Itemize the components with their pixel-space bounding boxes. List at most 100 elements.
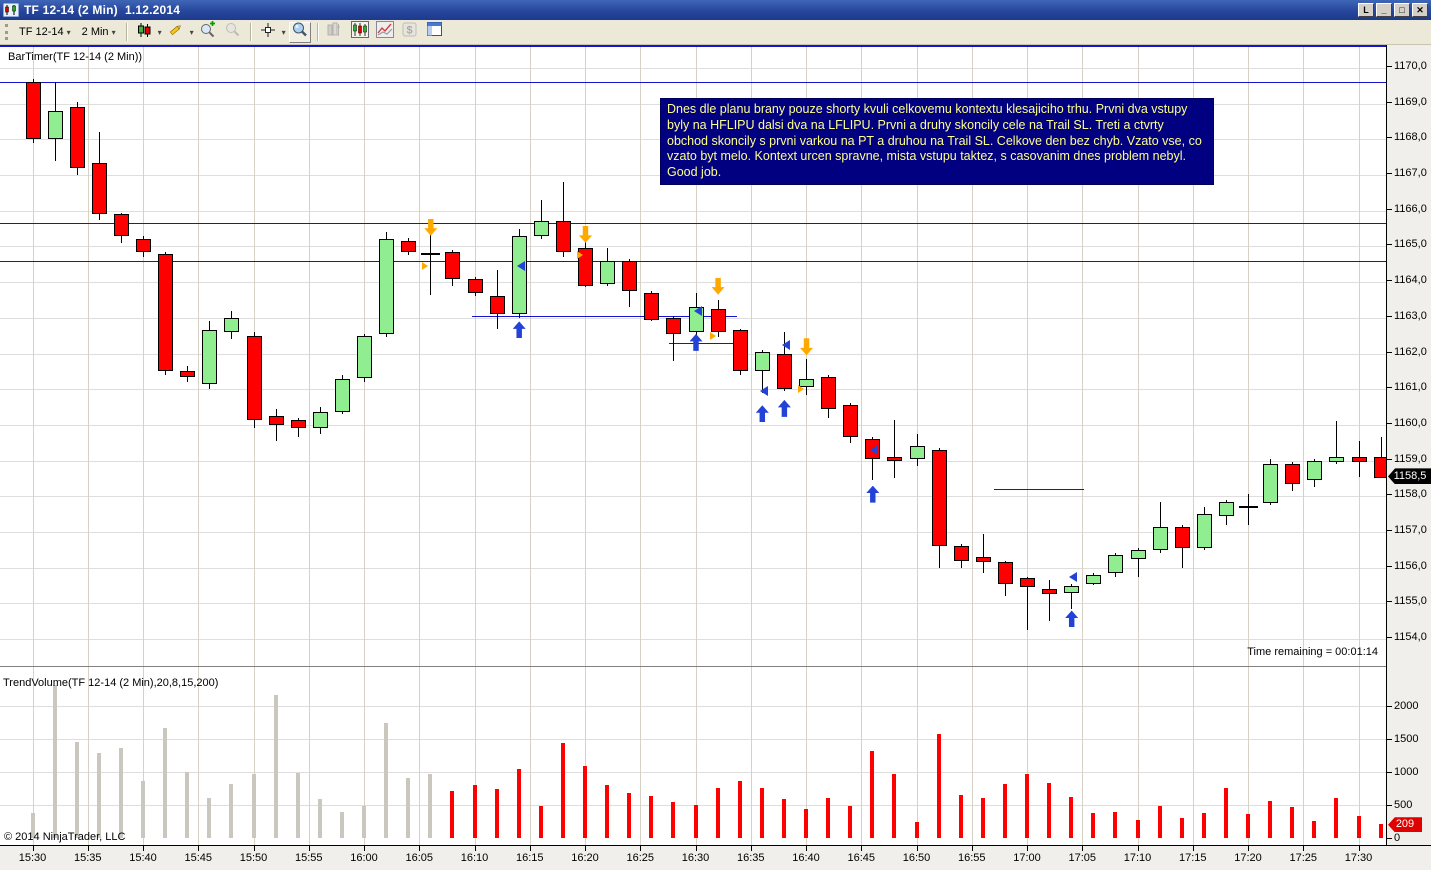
- bullish-candle: [47, 110, 63, 140]
- price-axis[interactable]: 1158,5 209 1170,0 1169,0 1168,0 1167,0 1166,…: [1386, 45, 1431, 845]
- zoom-in-button[interactable]: [197, 21, 219, 43]
- time-axis-label: 15:35: [73, 852, 102, 864]
- bearish-candle: [25, 82, 41, 140]
- bearish-candle: [69, 107, 85, 168]
- price-gridline: [0, 603, 1386, 605]
- link-button[interactable]: L: [1358, 3, 1374, 17]
- time-gridline: [87, 47, 89, 666]
- volume-bar: [428, 774, 433, 838]
- window-titlebar[interactable]: TF 12-14 (2 Min) 1.12.2014 L _ □ ✕: [0, 0, 1431, 20]
- properties-icon: [426, 21, 443, 43]
- indicators-button[interactable]: [374, 21, 396, 43]
- volume-bar: [207, 797, 212, 838]
- instrument-selector[interactable]: TF 12-14 ▾: [15, 24, 75, 40]
- volume-gridline: [0, 739, 1386, 741]
- bullish-candle: [1108, 555, 1124, 573]
- cursor-button[interactable]: [257, 22, 279, 43]
- time-axis-tick: [750, 846, 752, 851]
- time-gridline: [585, 47, 586, 666]
- zoom-out-icon: [224, 21, 241, 43]
- bullish-candle: [1130, 549, 1146, 559]
- chart-trader-button[interactable]: [324, 22, 346, 43]
- time-axis-tick: [695, 846, 697, 851]
- time-axis-label: 16:20: [571, 852, 599, 864]
- chart-style-button[interactable]: [133, 22, 155, 43]
- volume-axis-tick: [1387, 805, 1392, 807]
- price-axis-label: 1167,0: [1394, 167, 1427, 180]
- bearish-candle: [821, 376, 837, 409]
- doji-candle: [1239, 505, 1258, 508]
- time-axis-label: 15:30: [18, 852, 47, 864]
- time-gridline: [1082, 667, 1084, 845]
- toolbar-separator: [249, 23, 251, 41]
- candle-wick: [1049, 580, 1051, 622]
- time-gridline: [1192, 667, 1194, 845]
- trade-note[interactable]: Dnes dle planu brany pouze shorty kvuli …: [660, 98, 1214, 185]
- bearish-candle: [555, 221, 571, 252]
- bullish-candle: [379, 239, 395, 334]
- account-button[interactable]: $: [399, 22, 421, 43]
- price-axis-label: 1164,0: [1394, 274, 1427, 287]
- volume-bar: [229, 784, 234, 838]
- time-axis-label: 16:05: [405, 852, 434, 864]
- price-axis-label: 1159,0: [1394, 452, 1427, 465]
- price-axis-tick: [1387, 601, 1392, 603]
- exit-marker-icon: [1069, 571, 1078, 582]
- bearish-candle: [931, 449, 947, 547]
- time-axis-label: 15:50: [239, 852, 268, 864]
- minimize-button[interactable]: _: [1376, 3, 1392, 17]
- close-button[interactable]: ✕: [1412, 3, 1428, 17]
- exit-marker-icon: [781, 339, 790, 350]
- bearish-candle: [1285, 464, 1301, 484]
- window-title: TF 12-14 (2 Min) 1.12.2014: [24, 3, 181, 17]
- time-axis-tick: [585, 846, 586, 851]
- time-axis[interactable]: 15:30 15:35 15:40 15:45 15:50 15:55 16:00 16:05…: [0, 845, 1431, 870]
- volume-axis-label: 0: [1394, 832, 1401, 844]
- time-axis-tick: [1027, 846, 1028, 851]
- toolbar-grip[interactable]: [5, 24, 8, 40]
- volume-bar: [958, 794, 963, 838]
- bars-panel-button[interactable]: [349, 21, 371, 43]
- exit-marker-icon: [516, 261, 525, 272]
- interval-selector[interactable]: 2 Min ▾: [78, 24, 120, 40]
- price-axis-tick: [1387, 101, 1392, 103]
- drawing-tools-button[interactable]: [165, 22, 187, 43]
- price-axis-label: 1160,0: [1394, 416, 1427, 429]
- horizontal-level-line: [0, 222, 1386, 224]
- volume-gridline: [0, 772, 1386, 774]
- chevron-down-icon: ▾: [157, 27, 162, 37]
- chevron-down-icon: ▾: [281, 27, 286, 37]
- bearish-candle: [644, 292, 660, 320]
- time-axis-tick: [806, 846, 807, 851]
- bullish-candle: [1152, 526, 1168, 550]
- exit-marker-icon: [693, 305, 702, 316]
- bearish-candle: [1020, 578, 1035, 588]
- price-axis-tick: [1387, 280, 1392, 282]
- volume-bar: [295, 772, 300, 838]
- volume-axis-tick: [1387, 706, 1392, 708]
- volume-panel[interactable]: TrendVolume(TF 12-14 (2 Min),20,8,15,200…: [0, 666, 1386, 845]
- price-axis-tick: [1387, 137, 1392, 139]
- price-gridline: [0, 68, 1386, 69]
- buy-exit-arrow-icon: [1065, 610, 1079, 628]
- price-panel[interactable]: BarTimer(TF 12-14 (2 Min)) Dnes dle plan…: [0, 45, 1386, 666]
- price-axis-tick: [1387, 351, 1392, 353]
- zoom-out-button[interactable]: [222, 22, 244, 43]
- bearish-candle: [953, 546, 969, 561]
- volume-bar: [693, 805, 698, 838]
- volume-bar: [759, 788, 764, 838]
- time-axis-label: 16:45: [847, 852, 876, 864]
- data-box-button[interactable]: [288, 21, 311, 43]
- time-gridline: [198, 667, 200, 845]
- restore-button[interactable]: □: [1394, 3, 1410, 17]
- volume-bar: [781, 799, 786, 838]
- price-axis-tick: [1387, 565, 1392, 567]
- properties-button[interactable]: [424, 22, 446, 43]
- volume-bar: [1002, 784, 1007, 838]
- price-gridline: [0, 389, 1386, 391]
- sell-signal-arrow-icon: [424, 218, 438, 236]
- price-axis-label: 1168,0: [1394, 131, 1427, 144]
- bullish-candle: [909, 446, 925, 459]
- volume-bar: [52, 685, 57, 838]
- ninjatrader-chart-window: TF 12-14 (2 Min) 1.12.2014 L _ □ ✕ TF 12…: [0, 0, 1431, 870]
